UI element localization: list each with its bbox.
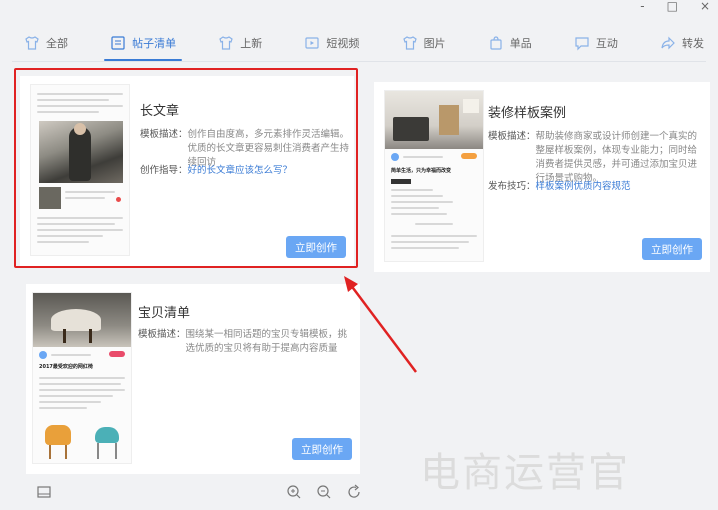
window-controls: - □ × [640,0,710,14]
template-description: 模板描述： 围绕某一相同话题的宝贝专辑模板，挑选优质的宝贝将有助于提高内容质量 [138,328,352,356]
share-icon [661,36,675,50]
description-text: 围绕某一相同话题的宝贝专辑模板，挑选优质的宝贝将有助于提高内容质量 [185,329,348,354]
tab-label: 单品 [509,37,532,50]
chair-photo [33,293,131,347]
text-line [391,189,433,191]
bag-icon [490,36,502,50]
chair-orange-photo [39,421,79,461]
text-line [391,195,443,197]
follow-badge [109,351,125,357]
create-now-button[interactable]: 立即创作 [642,238,702,260]
shirt-icon [402,36,417,50]
card-title: 宝贝清单 [138,306,191,321]
avatar [391,153,399,161]
shirt-icon [25,36,39,50]
tab-label: 短视频 [326,37,360,50]
chair-teal-photo [87,421,127,461]
text-line [39,401,101,403]
text-line [39,377,125,379]
room-photo [385,91,483,149]
text-line [51,354,91,356]
text-line [391,207,439,209]
text-line [391,213,447,215]
template-description: 模板描述： 帮助装修商家或设计师创建一个真实的整屋样板案例，体现专业能力；同时给… [488,130,702,186]
thumb-headline: 简单生活，只为幸福而改变 [391,168,452,174]
tab-single-item[interactable]: 单品 [486,26,534,60]
bottom-toolbar [10,478,706,508]
text-line [391,235,477,237]
layout-icon[interactable] [36,484,52,500]
text-line [391,201,453,203]
text-line [415,223,453,225]
tab-label: 帖子清单 [132,37,177,50]
card-title: 装修样板案例 [488,106,567,121]
publishing-tips: 发布技巧： 样板案例优质内容规范 [488,180,702,194]
description-label: 模板描述： [488,131,536,142]
template-card-decoration-case[interactable]: 简单生活，只为幸福而改变 装修样板案例 模板描述： 帮助装修商家或设计师创建一个… [374,82,710,272]
tab-label: 转发 [681,37,704,50]
tab-all[interactable]: 全部 [22,26,70,60]
tab-label: 图片 [423,37,446,50]
tab-interaction[interactable]: 互动 [572,26,620,60]
nav-divider [12,61,706,62]
tag [391,179,411,184]
tab-image[interactable]: 图片 [400,26,448,60]
tab-forward[interactable]: 转发 [658,26,706,60]
minimize-button[interactable]: - [640,0,644,14]
video-icon [305,37,320,49]
category-nav: 全部 帖子清单 上新 短视频 图片 单品 互动 转发 [22,26,706,61]
tips-link[interactable]: 样板案例优质内容规范 [536,180,631,194]
maximize-button[interactable]: □ [667,0,678,14]
text-line [391,241,469,243]
refresh-icon[interactable] [346,484,362,500]
tab-post-list[interactable]: 帖子清单 [104,26,183,61]
thumb-headline: 2017最受欢迎的网红椅 [39,364,93,370]
shirt-icon [219,36,233,50]
tab-label: 上新 [240,37,263,50]
text-line [391,247,459,249]
text-line [39,395,113,397]
text-line [39,389,125,391]
tips-label: 发布技巧： [488,181,536,192]
template-thumbnail: 2017最受欢迎的网红椅 [32,292,132,464]
text-line [403,156,443,158]
description-label: 模板描述： [138,329,186,340]
description-text: 帮助装修商家或设计师创建一个真实的整屋样板案例，体现专业能力；同时给消费者提供灵… [535,131,698,184]
tab-new[interactable]: 上新 [216,26,264,60]
zoom-in-icon[interactable] [286,484,302,500]
list-icon [111,36,125,50]
tab-label: 全部 [46,37,68,50]
highlight-box [14,68,358,268]
chat-icon [575,37,589,51]
tab-label: 互动 [595,37,618,50]
follow-badge [461,153,477,159]
zoom-out-icon[interactable] [316,484,332,500]
create-now-button[interactable]: 立即创作 [292,438,352,460]
avatar [39,351,47,359]
text-line [39,383,121,385]
annotation-arrow [344,276,417,373]
close-button[interactable]: × [700,0,710,14]
text-line [39,407,87,409]
tab-short-video[interactable]: 短视频 [302,26,361,60]
template-card-item-list[interactable]: 2017最受欢迎的网红椅 宝贝清单 模板描述： 围绕某一相同话题的宝贝专辑模板，… [26,284,360,474]
template-thumbnail: 简单生活，只为幸福而改变 [384,90,484,262]
